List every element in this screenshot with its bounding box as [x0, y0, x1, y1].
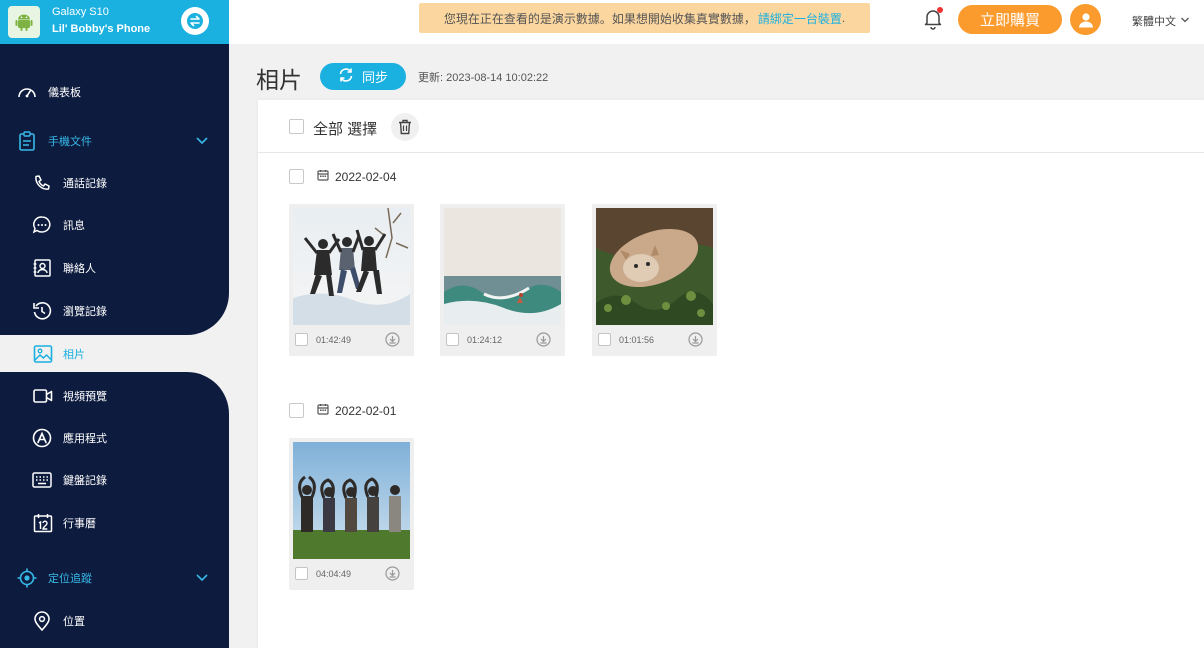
trash-icon[interactable] — [391, 113, 419, 141]
sidebar-item-label: 應用程式 — [63, 433, 107, 445]
group-date-header: 2022-02-04 — [317, 169, 396, 184]
photo-checkbox[interactable] — [295, 333, 308, 346]
calendar-small-icon — [317, 169, 329, 184]
photo-thumbnail-surfer-wave[interactable] — [444, 208, 561, 325]
photo-card[interactable]: 04:04:49 — [289, 438, 414, 590]
sync-icon — [338, 67, 354, 86]
sidebar-item-label: 聯絡人 — [63, 263, 96, 275]
sidebar-item-messages[interactable]: 訊息 — [0, 207, 229, 243]
photo-checkbox[interactable] — [598, 333, 611, 346]
location-target-icon — [17, 568, 37, 588]
chevron-down-icon — [1180, 15, 1190, 27]
demo-notice-banner: 您現在正在查看的是演示數據。如果想開始收集真實數據， 請綁定一台裝置 . — [419, 3, 870, 33]
notification-dot — [937, 7, 943, 13]
device-model: Galaxy S10 — [52, 6, 109, 18]
location-pin-icon — [33, 611, 51, 631]
sidebar-item-label: 儀表板 — [48, 87, 81, 99]
sidebar: Galaxy S10 Lil' Bobby's Phone 儀表板 手機文件 通… — [0, 0, 229, 648]
group-date: 2022-02-04 — [335, 169, 397, 184]
download-icon[interactable] — [536, 332, 551, 347]
device-header[interactable]: Galaxy S10 Lil' Bobby's Phone — [0, 0, 229, 44]
app-root: Galaxy S10 Lil' Bobby's Phone 儀表板 手機文件 通… — [0, 0, 1204, 648]
photo-card[interactable]: 01:24:12 — [440, 204, 565, 356]
chevron-down-icon — [195, 572, 209, 585]
nav-panel-bottom: 視頻預覽 應用程式 鍵盤記錄 行事曆 定位追蹤 位置 — [0, 372, 229, 648]
last-updated: 更新: 2023-08-14 10:02:22 — [418, 72, 549, 84]
sidebar-item-label: 位置 — [63, 616, 85, 628]
photo-thumbnail-cat-on-grass[interactable] — [596, 208, 713, 325]
photo-time: 01:01:56 — [619, 335, 655, 345]
group-date-header: 2022-02-01 — [317, 403, 396, 418]
download-icon[interactable] — [688, 332, 703, 347]
notice-end: . — [841, 11, 846, 25]
photo-time: 01:42:49 — [316, 335, 352, 345]
page-title: 相片 — [256, 67, 302, 93]
android-icon — [8, 6, 40, 38]
notification-bell-icon[interactable] — [921, 6, 945, 30]
sidebar-item-label: 手機文件 — [48, 136, 92, 148]
user-avatar-icon[interactable] — [1070, 4, 1101, 35]
photos-panel: 全部 選擇 2022-02-04 01:42:49 01:24:12 01:01… — [258, 100, 1204, 648]
sidebar-item-label: 行事曆 — [63, 518, 96, 530]
phone-icon — [33, 174, 51, 192]
select-all-checkbox[interactable] — [289, 119, 304, 134]
sidebar-item-call-log[interactable]: 通話記錄 — [0, 165, 229, 201]
sidebar-item-label: 瀏覽記錄 — [63, 306, 107, 318]
device-owner: Lil' Bobby's Phone — [52, 23, 151, 35]
sidebar-item-label: 相片 — [63, 349, 85, 361]
group-checkbox[interactable] — [289, 169, 304, 184]
sidebar-item-label: 通話記錄 — [63, 178, 107, 190]
photo-checkbox[interactable] — [295, 567, 308, 580]
contacts-icon — [33, 258, 51, 278]
sidebar-item-keylogger[interactable]: 鍵盤記錄 — [0, 462, 229, 498]
video-icon — [33, 388, 53, 404]
download-icon[interactable] — [385, 332, 400, 347]
photo-icon — [33, 344, 53, 364]
sidebar-item-browsing-history[interactable]: 瀏覽記錄 — [0, 293, 229, 329]
history-icon — [32, 301, 52, 321]
nav-panel-top: 儀表板 手機文件 通話記錄 訊息 聯絡人 瀏覽記錄 — [0, 44, 229, 335]
sync-button[interactable]: 同步 — [320, 63, 406, 90]
sidebar-item-label: 視頻預覽 — [63, 391, 107, 403]
notice-text: 您現在正在查看的是演示數據。如果想開始收集真實數據， — [443, 11, 756, 26]
download-icon[interactable] — [385, 566, 400, 581]
calendar-small-icon — [317, 403, 329, 418]
photo-checkbox[interactable] — [446, 333, 459, 346]
keyboard-icon — [32, 471, 52, 489]
bind-device-link[interactable]: 請綁定一台裝置 — [758, 10, 842, 27]
phone-files-icon — [18, 131, 36, 151]
chevron-down-icon — [195, 135, 209, 148]
message-icon — [32, 215, 52, 235]
language-label: 繁體中文 — [1132, 16, 1176, 28]
photo-time: 04:04:49 — [316, 569, 352, 579]
calendar-icon — [33, 513, 53, 533]
sidebar-item-label: 訊息 — [63, 220, 85, 232]
dashboard-icon — [17, 84, 37, 100]
buy-now-button[interactable]: 立即購買 — [958, 5, 1062, 34]
group-checkbox[interactable] — [289, 403, 304, 418]
sidebar-item-location[interactable]: 位置 — [0, 603, 229, 639]
photos-toolbar: 全部 選擇 — [258, 100, 1204, 153]
photo-time: 01:24:12 — [467, 335, 503, 345]
language-selector[interactable]: 繁體中文 — [1132, 13, 1190, 29]
sidebar-item-calendar[interactable]: 行事曆 — [0, 505, 229, 541]
photo-thumbnail-friends-hearts[interactable] — [293, 442, 410, 559]
sidebar-item-apps[interactable]: 應用程式 — [0, 420, 229, 456]
sidebar-item-dashboard[interactable]: 儀表板 — [0, 74, 229, 110]
sidebar-item-video-preview[interactable]: 視頻預覽 — [0, 378, 229, 414]
sidebar-group-phone-files[interactable]: 手機文件 — [0, 123, 229, 159]
select-all-label: 全部 選擇 — [313, 121, 378, 138]
photo-card[interactable]: 01:42:49 — [289, 204, 414, 356]
apps-icon — [32, 428, 52, 448]
sidebar-item-label: 鍵盤記錄 — [63, 475, 107, 487]
switch-device-icon[interactable] — [181, 7, 209, 35]
sidebar-item-contacts[interactable]: 聯絡人 — [0, 250, 229, 286]
photo-thumbnail-jumping-friends[interactable] — [293, 208, 410, 325]
sync-label: 同步 — [361, 70, 388, 85]
photo-card[interactable]: 01:01:56 — [592, 204, 717, 356]
sidebar-group-location-tracking[interactable]: 定位追蹤 — [0, 560, 229, 596]
group-date: 2022-02-01 — [335, 403, 397, 418]
sidebar-item-label: 定位追蹤 — [48, 573, 92, 585]
sidebar-item-photos[interactable]: 相片 — [0, 336, 229, 372]
